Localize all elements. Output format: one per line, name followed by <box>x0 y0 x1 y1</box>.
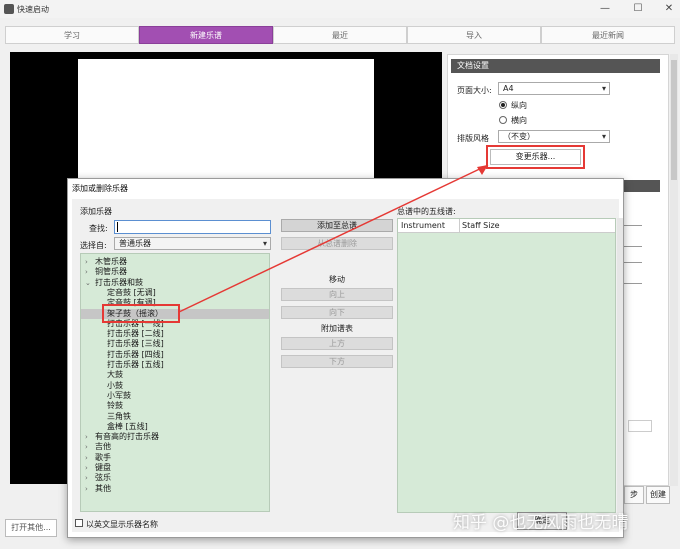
tree-item[interactable]: 木管乐器 <box>95 257 127 267</box>
extra-staff-label: 附加谱表 <box>321 324 353 333</box>
tree-item[interactable]: 有音高的打击乐器 <box>95 432 159 442</box>
tree-item[interactable]: 定音鼓 [有调] <box>107 298 156 308</box>
tree-item[interactable]: 铜管乐器 <box>95 267 127 277</box>
title-bar: 快速启动 — ☐ ✕ <box>0 0 680 18</box>
prev-button[interactable]: 步 <box>624 486 644 504</box>
tab-learn[interactable]: 学习 <box>5 26 139 44</box>
close-icon[interactable]: ✕ <box>662 2 676 16</box>
text-caret <box>117 222 118 232</box>
landscape-label: 横向 <box>511 116 527 125</box>
tree-item[interactable]: 打击乐器 [一线] <box>107 319 164 329</box>
tree-item[interactable]: 打击乐器 [二线] <box>107 329 164 339</box>
minimize-icon[interactable]: — <box>598 2 612 16</box>
find-input[interactable] <box>114 220 271 234</box>
find-label: 查找: <box>89 224 108 233</box>
dialog-scrollbar[interactable] <box>617 218 623 513</box>
tab-latest-news[interactable]: 最近新闻 <box>541 26 675 44</box>
chevron-down-icon[interactable]: ⌄ <box>85 278 91 288</box>
portrait-radio[interactable] <box>499 101 507 109</box>
tree-item[interactable]: 三角铁 <box>107 412 131 422</box>
staves-list-header: Instrument Staff Size <box>398 219 615 233</box>
instrument-tree: 木管乐器 › 铜管乐器 › 打击乐器和鼓 ⌄ 定音鼓 [无调] 定音鼓 [有调] 架子鼓（摇滚）… <box>80 253 270 512</box>
column-staff-size[interactable]: Staff Size <box>462 219 500 233</box>
chevron-right-icon[interactable]: › <box>85 453 88 463</box>
style-select[interactable]: （不变） <box>498 130 610 143</box>
tree-item[interactable]: 小军鼓 <box>107 391 131 401</box>
tree-item[interactable]: 吉他 <box>95 442 111 452</box>
tab-recent[interactable]: 最近 <box>273 26 407 44</box>
app-icon <box>4 4 14 14</box>
move-up-button[interactable]: 向上 <box>281 288 393 301</box>
chevron-right-icon[interactable]: › <box>85 484 88 494</box>
english-names-checkbox[interactable] <box>75 519 83 527</box>
tree-item[interactable]: 歌手 <box>95 453 111 463</box>
tree-item[interactable]: 打击乐器和鼓 <box>95 278 143 288</box>
english-names-label: 以英文显示乐器名称 <box>86 520 158 529</box>
tree-item[interactable]: 打击乐器 [三线] <box>107 339 164 349</box>
page-size-label: 页面大小: <box>457 86 492 95</box>
chevron-right-icon[interactable]: › <box>85 432 88 442</box>
chevron-right-icon[interactable]: › <box>85 473 88 483</box>
highlight-change-instruments <box>486 145 585 169</box>
maximize-icon[interactable]: ☐ <box>631 2 645 16</box>
tree-item[interactable]: 小鼓 <box>107 381 123 391</box>
move-down-button[interactable]: 向下 <box>281 306 393 319</box>
staff-thumbnail <box>624 262 642 284</box>
chevron-right-icon[interactable]: › <box>85 463 88 473</box>
staves-list[interactable] <box>397 218 616 513</box>
tab-new-score[interactable]: 新建乐谱 <box>139 26 273 44</box>
staff-thumbnail <box>624 225 642 247</box>
tree-item[interactable]: 架子鼓（摇滚） <box>81 308 269 319</box>
tree-item[interactable]: 键盘 <box>95 463 111 473</box>
window-title: 快速启动 <box>17 5 49 14</box>
remove-from-score-button[interactable]: 从总谱删除 <box>281 237 393 250</box>
choose-from-label: 选择自: <box>80 241 107 250</box>
staff-below-button[interactable]: 下方 <box>281 355 393 368</box>
column-instrument[interactable]: Instrument <box>401 219 445 233</box>
watermark: 知乎 @也无风雨也无晴 <box>453 513 629 533</box>
settings-field[interactable] <box>628 420 652 432</box>
create-button[interactable]: 创建 <box>646 486 670 504</box>
score-preview-page <box>78 59 374 184</box>
tab-import[interactable]: 导入 <box>407 26 541 44</box>
tree-item[interactable]: 铃鼓 <box>107 401 123 411</box>
style-label: 排版风格 <box>457 134 489 143</box>
tree-item[interactable]: 其他 <box>95 484 111 494</box>
move-label: 移动 <box>329 275 345 284</box>
portrait-label: 纵向 <box>511 101 527 110</box>
tab-bar: 学习 新建乐谱 最近 导入 最近新闻 <box>5 26 675 44</box>
chevron-right-icon[interactable]: › <box>85 267 88 277</box>
tree-item[interactable]: 盒棒 [五线] <box>107 422 148 432</box>
chevron-right-icon[interactable]: › <box>85 442 88 452</box>
staff-above-button[interactable]: 上方 <box>281 337 393 350</box>
landscape-radio[interactable] <box>499 116 507 124</box>
add-to-score-button[interactable]: 添加至总谱 <box>281 219 393 232</box>
tree-item[interactable]: 打击乐器 [五线] <box>107 360 164 370</box>
tree-item[interactable]: 弦乐 <box>95 473 111 483</box>
choose-from-select[interactable]: 普通乐器 <box>114 237 271 250</box>
tree-item[interactable]: 大鼓 <box>107 370 123 380</box>
add-instruments-label: 添加乐器 <box>80 207 112 216</box>
tree-item[interactable]: 打击乐器 [四线] <box>107 350 164 360</box>
tree-item[interactable]: 定音鼓 [无调] <box>107 288 156 298</box>
dialog-title: 添加或删除乐器 <box>72 184 128 193</box>
page-size-select[interactable]: A4 <box>498 82 610 95</box>
chevron-right-icon[interactable]: › <box>85 257 88 267</box>
staves-in-score-label: 总谱中的五线谱: <box>397 207 456 216</box>
settings-scroll-thumb[interactable] <box>671 60 677 180</box>
open-other-button[interactable]: 打开其他... <box>5 519 57 537</box>
column-divider <box>459 219 460 233</box>
document-settings-header: 文档设置 <box>451 59 660 73</box>
